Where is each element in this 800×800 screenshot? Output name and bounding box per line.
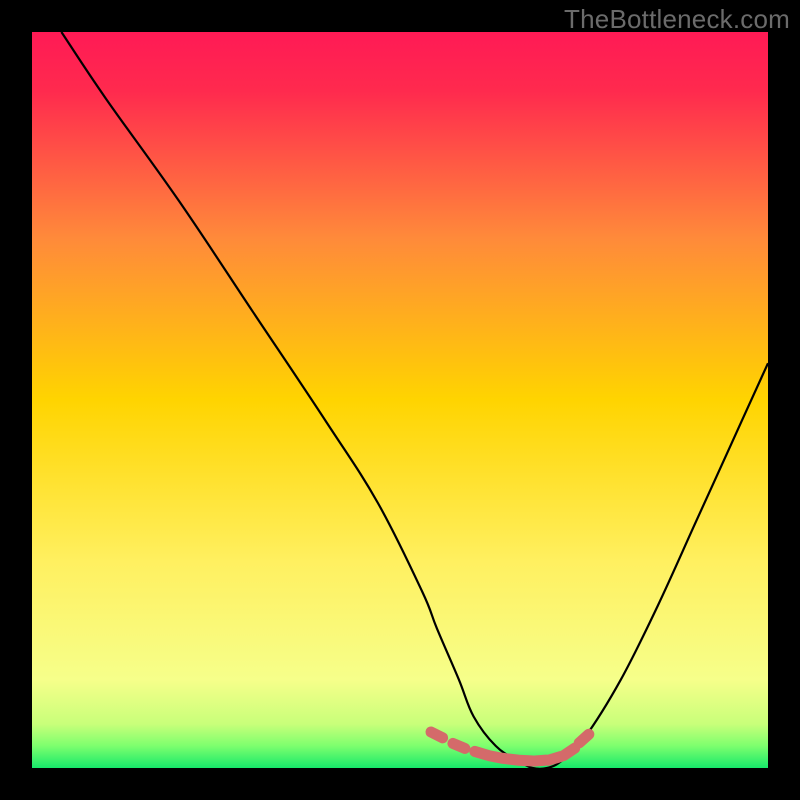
chart-frame: TheBottleneck.com (0, 0, 800, 800)
plot-area (32, 32, 768, 768)
gradient-background (32, 32, 768, 768)
watermark-text: TheBottleneck.com (564, 4, 790, 35)
bottleneck-chart (32, 32, 768, 768)
